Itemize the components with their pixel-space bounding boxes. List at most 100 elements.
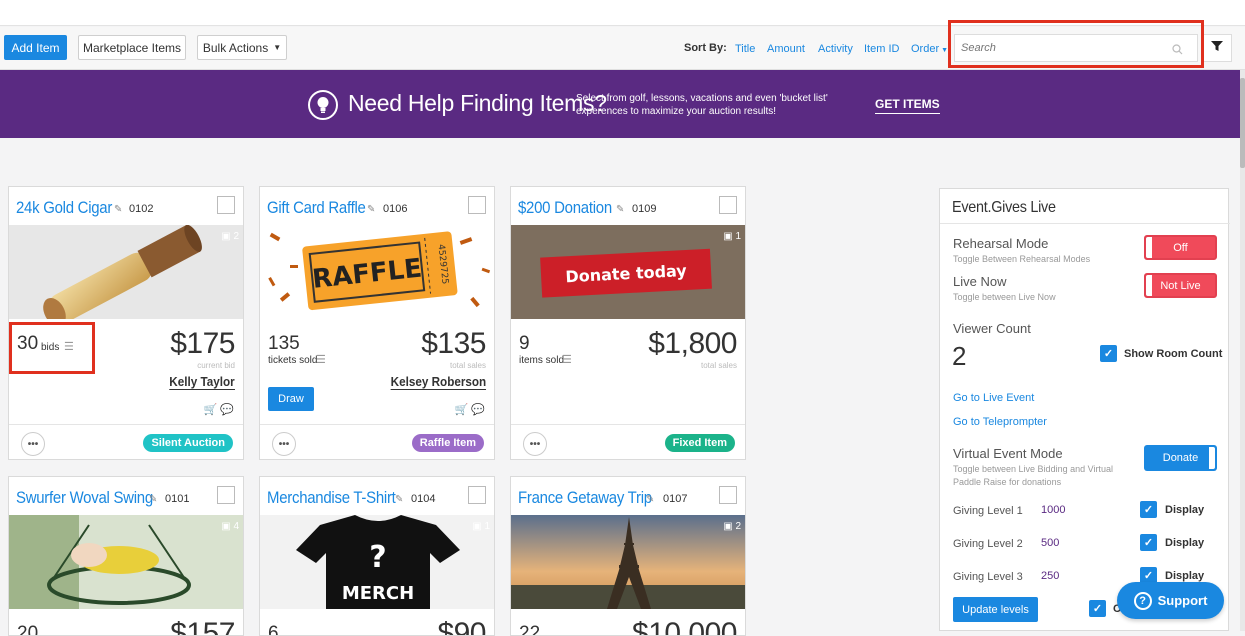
bid-count: 22 xyxy=(519,623,541,636)
image-gallery-icon: ▣ xyxy=(723,521,733,532)
item-title[interactable]: 24k Gold Cigar xyxy=(16,198,112,218)
list-icon[interactable]: ☰ xyxy=(316,353,326,366)
help-icon: ? xyxy=(1133,591,1152,610)
item-select-checkbox[interactable] xyxy=(719,196,737,214)
support-label: Support xyxy=(1157,593,1208,608)
cart-icon[interactable]: 🛒 xyxy=(455,404,469,416)
sort-title-link[interactable]: Title xyxy=(735,43,755,55)
add-item-button[interactable]: Add Item xyxy=(4,35,67,60)
item-image[interactable]: ▣ 4 xyxy=(9,515,243,609)
item-card[interactable]: Merchandise T-Shirt ✎ 0104 ? MERCH ▣ 1 6… xyxy=(259,476,495,636)
giving-level-label: Giving Level 2 xyxy=(953,538,1023,550)
virtual-event-mode-toggle[interactable]: Donate xyxy=(1144,445,1217,471)
item-image[interactable]: RAFFLE 4529725 xyxy=(260,225,494,319)
item-title[interactable]: France Getaway Trip xyxy=(518,488,652,508)
giving-level-value[interactable]: 1000 xyxy=(1041,504,1065,516)
go-to-live-event-link[interactable]: Go to Live Event xyxy=(953,392,1034,404)
item-image[interactable]: ▣ 2 xyxy=(511,515,745,609)
item-image[interactable]: Donate today ▣ 1 xyxy=(511,225,745,319)
card-action-icons: 🛒 💬 xyxy=(455,403,485,416)
item-title[interactable]: Merchandise T-Shirt xyxy=(267,488,396,508)
giving-level-value[interactable]: 250 xyxy=(1041,570,1059,582)
live-now-label: Live Now xyxy=(953,274,1007,289)
image-count-value: 1 xyxy=(484,521,490,532)
help-banner: Need Help Finding Items? Select from gol… xyxy=(0,70,1240,138)
item-select-checkbox[interactable] xyxy=(217,196,235,214)
item-image[interactable]: ▣ 2 xyxy=(9,225,243,319)
item-title[interactable]: Gift Card Raffle xyxy=(267,198,366,218)
bid-count: 6 xyxy=(268,623,279,636)
item-id: 0107 xyxy=(663,493,688,505)
banner-description: Select from golf, lessons, vacations and… xyxy=(576,93,828,117)
get-items-link[interactable]: GET ITEMS xyxy=(875,97,940,114)
item-card[interactable]: Swurfer Woval Swing ✎ 0101 ▣ 4 20 $157 xyxy=(8,476,244,636)
image-gallery-icon: ▣ xyxy=(472,521,482,532)
rehearsal-mode-state: Off xyxy=(1173,241,1188,254)
item-card[interactable]: $200 Donation ✎ 0109 Donate today ▣ 1 9 … xyxy=(510,186,746,460)
go-to-teleprompter-link[interactable]: Go to Teleprompter xyxy=(953,416,1047,428)
bulk-actions-dropdown[interactable]: Bulk Actions ▼ xyxy=(197,35,287,60)
rehearsal-mode-toggle[interactable]: Off xyxy=(1144,235,1217,260)
item-select-checkbox[interactable] xyxy=(217,486,235,504)
edit-pencil-icon[interactable]: ✎ xyxy=(367,204,375,215)
card-footer: ••• Fixed Item xyxy=(511,424,745,459)
edit-pencil-icon[interactable]: ✎ xyxy=(149,494,157,505)
page-scrollbar[interactable] xyxy=(1240,70,1245,631)
item-id: 0106 xyxy=(383,203,408,215)
filter-button[interactable] xyxy=(1202,34,1232,62)
more-options-icon[interactable]: ••• xyxy=(523,432,547,456)
marketplace-items-button[interactable]: Marketplace Items xyxy=(78,35,186,60)
more-options-icon[interactable]: ••• xyxy=(272,432,296,456)
show-room-count-label: Show Room Count xyxy=(1124,348,1223,360)
image-count-value: 4 xyxy=(233,521,239,532)
edit-pencil-icon[interactable]: ✎ xyxy=(395,494,403,505)
giving-level-display-label: Display xyxy=(1165,537,1205,549)
item-select-checkbox[interactable] xyxy=(468,196,486,214)
item-select-checkbox[interactable] xyxy=(468,486,486,504)
edit-pencil-icon[interactable]: ✎ xyxy=(114,204,122,215)
item-price: $175 xyxy=(170,327,235,360)
bottom-option-checkbox[interactable]: ✓ xyxy=(1089,600,1106,617)
item-card[interactable]: France Getaway Trip ✎ 0107 ▣ 2 22 $10,00… xyxy=(510,476,746,636)
items-sold-count: 9 xyxy=(519,333,530,354)
sort-activity-link[interactable]: Activity xyxy=(818,43,853,55)
giving-level-display-checkbox[interactable]: ✓ xyxy=(1140,501,1157,518)
item-price: $135 xyxy=(421,327,486,360)
sort-amount-link[interactable]: Amount xyxy=(767,43,805,55)
giving-level-value[interactable]: 500 xyxy=(1041,537,1059,549)
image-count: ▣ 2 xyxy=(221,231,239,242)
update-levels-button[interactable]: Update levels xyxy=(953,597,1038,622)
support-button[interactable]: ? Support xyxy=(1117,582,1224,619)
card-action-icons: 🛒 💬 xyxy=(204,403,234,416)
draw-button[interactable]: Draw xyxy=(268,387,314,411)
winner-name[interactable]: Kelsey Roberson xyxy=(390,374,486,390)
sort-order-dropdown[interactable]: Order ▼ xyxy=(911,43,948,55)
cart-icon[interactable]: 🛒 xyxy=(204,404,218,416)
item-title[interactable]: Swurfer Woval Swing xyxy=(16,488,153,508)
show-room-count-checkbox[interactable]: ✓ xyxy=(1100,345,1117,362)
sort-item-id-link[interactable]: Item ID xyxy=(864,43,899,55)
more-options-icon[interactable]: ••• xyxy=(21,432,45,456)
item-card[interactable]: Gift Card Raffle ✎ 0106 RAFFLE 4529725 1… xyxy=(259,186,495,460)
scrollbar-thumb[interactable] xyxy=(1240,78,1245,168)
item-image[interactable]: ? MERCH ▣ 1 xyxy=(260,515,494,609)
list-icon[interactable]: ☰ xyxy=(562,353,572,366)
item-title[interactable]: $200 Donation xyxy=(518,198,612,218)
price-label: total sales xyxy=(449,361,486,370)
item-select-checkbox[interactable] xyxy=(719,486,737,504)
comment-icon[interactable]: 💬 xyxy=(471,404,485,416)
image-gallery-icon: ▣ xyxy=(221,521,231,532)
giving-level-label: Giving Level 1 xyxy=(953,505,1023,517)
item-type-badge: Silent Auction xyxy=(143,434,233,452)
live-now-toggle[interactable]: Not Live xyxy=(1144,273,1217,298)
giving-level-display-checkbox[interactable]: ✓ xyxy=(1140,534,1157,551)
search-highlight-box xyxy=(948,20,1204,68)
card-footer: ••• Raffle Item xyxy=(260,424,494,459)
image-gallery-icon: ▣ xyxy=(221,231,231,242)
comment-icon[interactable]: 💬 xyxy=(220,404,234,416)
edit-pencil-icon[interactable]: ✎ xyxy=(616,204,624,215)
item-type-badge: Raffle Item xyxy=(411,434,484,452)
item-id: 0102 xyxy=(129,203,154,215)
winner-name[interactable]: Kelly Taylor xyxy=(169,374,235,390)
edit-pencil-icon[interactable]: ✎ xyxy=(646,494,654,505)
